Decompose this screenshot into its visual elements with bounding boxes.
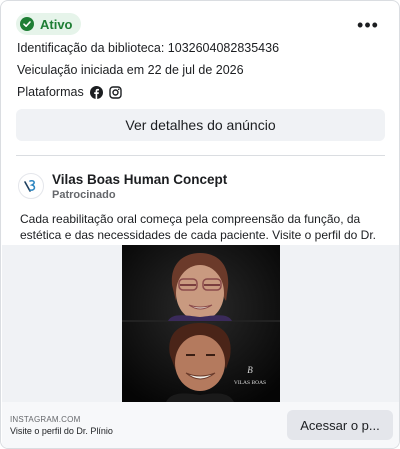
- status-label: Ativo: [40, 16, 73, 32]
- run-start-date: Veiculação iniciada em 22 de jul de 2026: [17, 63, 244, 77]
- instagram-icon: [109, 85, 122, 99]
- divider: [16, 155, 385, 156]
- vilas-boas-logo-icon[interactable]: [18, 173, 44, 199]
- media-watermark: VILAS BOAS: [234, 380, 266, 386]
- view-ad-details-button[interactable]: Ver detalhes do anúncio: [16, 109, 385, 141]
- platforms-label: Plataformas: [17, 85, 84, 99]
- footer-domain: INSTAGRAM.COM: [10, 415, 81, 424]
- status-badge: Ativo: [16, 13, 81, 35]
- ad-card: Ativo ••• Identificação da biblioteca: 1…: [0, 0, 400, 449]
- sponsored-label: Patrocinado: [52, 189, 116, 201]
- ad-media[interactable]: B VILAS BOAS: [2, 245, 399, 402]
- before-after-photo: B VILAS BOAS: [122, 245, 280, 402]
- ad-image[interactable]: B VILAS BOAS: [122, 245, 280, 402]
- ad-footer: INSTAGRAM.COM Visite o perfil do Dr. Plí…: [2, 402, 399, 448]
- check-circle-icon: [20, 17, 34, 31]
- footer-caption: Visite o perfil do Dr. Plínio: [10, 426, 113, 436]
- platforms-row: Plataformas: [17, 85, 122, 99]
- library-id: Identificação da biblioteca: 10326040828…: [17, 41, 280, 55]
- facebook-icon: [89, 85, 103, 99]
- more-options-icon[interactable]: •••: [355, 13, 381, 37]
- cta-button[interactable]: Acessar o p...: [287, 410, 393, 440]
- advertiser-name[interactable]: Vilas Boas Human Concept: [52, 172, 227, 187]
- svg-text:B: B: [247, 365, 253, 375]
